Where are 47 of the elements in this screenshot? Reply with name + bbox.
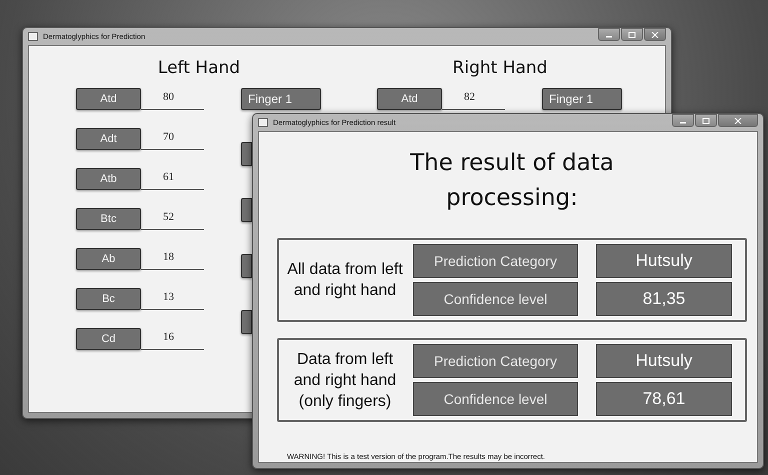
minimize-button[interactable] xyxy=(598,28,620,41)
maximize-button[interactable] xyxy=(621,28,643,41)
measure-button[interactable]: Atd xyxy=(76,88,141,110)
measure-button[interactable]: Atb xyxy=(76,168,141,190)
label-cell: Prediction Category xyxy=(413,344,578,378)
finger-button[interactable] xyxy=(241,310,252,334)
app-icon xyxy=(258,118,268,127)
close-icon xyxy=(651,32,659,38)
maximize-icon xyxy=(628,32,636,38)
measure-button[interactable]: Ab xyxy=(76,248,141,270)
section-heading: Left Hand xyxy=(156,58,242,78)
maximize-icon xyxy=(702,118,710,124)
finger-button[interactable] xyxy=(241,142,252,166)
finger-button[interactable]: Finger 1 xyxy=(241,88,321,110)
finger-button[interactable] xyxy=(241,198,252,222)
finger-button[interactable] xyxy=(241,254,252,278)
measure-button[interactable]: Cd xyxy=(76,328,141,350)
value-cell: 78,61 xyxy=(596,382,732,416)
measure-button[interactable]: Btc xyxy=(76,208,141,230)
value-field[interactable]: 70 xyxy=(141,128,204,150)
minimize-button[interactable] xyxy=(672,114,694,127)
app-icon xyxy=(28,32,38,41)
section-heading: Right Hand xyxy=(452,58,548,78)
value-cell: Hutsuly xyxy=(596,244,732,278)
value-field[interactable]: 18 xyxy=(141,248,204,270)
value-field[interactable]: 52 xyxy=(141,208,204,230)
measure-button[interactable]: Atd xyxy=(377,88,442,110)
measure-button[interactable]: Adt xyxy=(76,128,141,150)
label-cell: Confidence level xyxy=(413,282,578,316)
value-field[interactable]: 61 xyxy=(141,168,204,190)
close-button[interactable] xyxy=(644,28,666,41)
close-button[interactable] xyxy=(718,114,758,127)
finger-button[interactable]: Finger 1 xyxy=(542,88,622,110)
value-cell: Hutsuly xyxy=(596,344,732,378)
group-description: Data from left and right hand (only fingers) xyxy=(292,350,398,412)
label-cell: Prediction Category xyxy=(413,244,578,278)
value-field[interactable]: 82 xyxy=(442,88,505,110)
maximize-button[interactable] xyxy=(695,114,717,127)
value-cell: 81,35 xyxy=(596,282,732,316)
group-description: All data from left and right hand xyxy=(286,260,404,301)
measure-button[interactable]: Bc xyxy=(76,288,141,310)
result-heading: The result of data processing: xyxy=(409,149,615,213)
value-field[interactable]: 16 xyxy=(141,328,204,350)
label-cell: Confidence level xyxy=(413,382,578,416)
value-field[interactable]: 80 xyxy=(141,88,204,110)
value-field[interactable]: 13 xyxy=(141,288,204,310)
close-icon xyxy=(734,118,742,124)
